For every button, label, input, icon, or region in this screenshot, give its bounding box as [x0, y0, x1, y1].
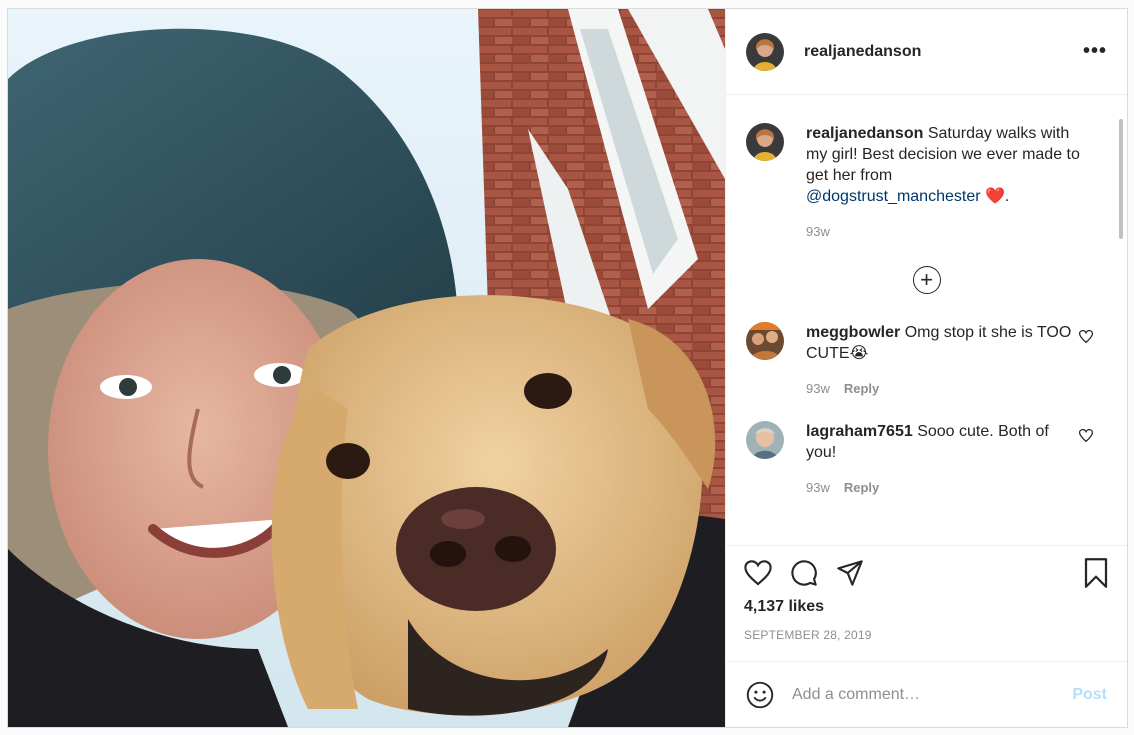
- comments-scrollbar[interactable]: [1119, 119, 1123, 239]
- comment-input[interactable]: [792, 685, 1073, 704]
- likes-count[interactable]: 4,137 likes: [744, 598, 1109, 616]
- selfie-photo-illustration: [8, 9, 725, 727]
- crying-emoji: 😭: [849, 345, 869, 362]
- caption-mention-link[interactable]: @dogstrust_manchester: [806, 188, 981, 205]
- post-date[interactable]: SEPTEMBER 28, 2019: [744, 628, 1109, 642]
- comment-time[interactable]: 93w: [806, 378, 830, 399]
- like-comment-heart-icon[interactable]: [1078, 330, 1094, 346]
- comment-author[interactable]: meggbowler: [806, 324, 900, 341]
- caption-meta: 93w: [806, 221, 1081, 242]
- post-comment-button[interactable]: Post: [1072, 686, 1107, 704]
- post-actions: 4,137 likes SEPTEMBER 28, 2019: [726, 545, 1127, 661]
- caption: realjanedanson Saturday walks with my gi…: [746, 95, 1107, 242]
- comment-time[interactable]: 93w: [806, 477, 830, 498]
- comment-item: lagraham7651 Sooo cute. Both of you! 93w…: [746, 399, 1107, 498]
- comments-list[interactable]: realjanedanson Saturday walks with my gi…: [726, 95, 1127, 545]
- post-modal: realjanedanson ••• realjanedanson Saturd: [7, 8, 1128, 728]
- caption-end: .: [1004, 188, 1010, 205]
- add-comment-bar: Post: [726, 661, 1127, 727]
- more-horizontal-icon[interactable]: •••: [1083, 40, 1107, 63]
- comment-author[interactable]: lagraham7651: [806, 423, 913, 440]
- bookmark-icon[interactable]: [1083, 558, 1109, 588]
- plus-circle-icon[interactable]: +: [912, 266, 941, 294]
- action-icons: [744, 558, 1109, 588]
- emoji-smile-icon[interactable]: [746, 681, 774, 709]
- commenter-avatar[interactable]: [746, 421, 784, 459]
- like-heart-icon[interactable]: [744, 560, 772, 586]
- caption-author[interactable]: realjanedanson: [806, 125, 923, 142]
- comment-meta: 93w Reply: [806, 477, 1081, 498]
- author-avatar[interactable]: [746, 32, 784, 71]
- comment-body: lagraham7651 Sooo cute. Both of you! 93w…: [806, 421, 1081, 498]
- share-send-icon[interactable]: [836, 560, 864, 586]
- load-more-comments: +: [746, 266, 1107, 294]
- comment-meta: 93w Reply: [806, 378, 1081, 399]
- post-sidebar: realjanedanson ••• realjanedanson Saturd: [725, 9, 1127, 727]
- post-photo[interactable]: [8, 9, 725, 727]
- like-comment-heart-icon[interactable]: [1078, 429, 1094, 445]
- caption-body: realjanedanson Saturday walks with my gi…: [806, 123, 1081, 242]
- caption-avatar[interactable]: [746, 123, 784, 161]
- author-username[interactable]: realjanedanson: [804, 43, 921, 61]
- reply-button[interactable]: Reply: [844, 378, 879, 399]
- post-header: realjanedanson •••: [726, 9, 1127, 95]
- comment-bubble-icon[interactable]: [790, 559, 818, 587]
- caption-time[interactable]: 93w: [806, 221, 830, 242]
- heart-emoji: ❤️: [985, 188, 1005, 205]
- reply-button[interactable]: Reply: [844, 477, 879, 498]
- comment-body: meggbowler Omg stop it she is TOO CUTE😭 …: [806, 322, 1081, 399]
- comment-item: meggbowler Omg stop it she is TOO CUTE😭 …: [746, 300, 1107, 399]
- commenter-avatar[interactable]: [746, 322, 784, 360]
